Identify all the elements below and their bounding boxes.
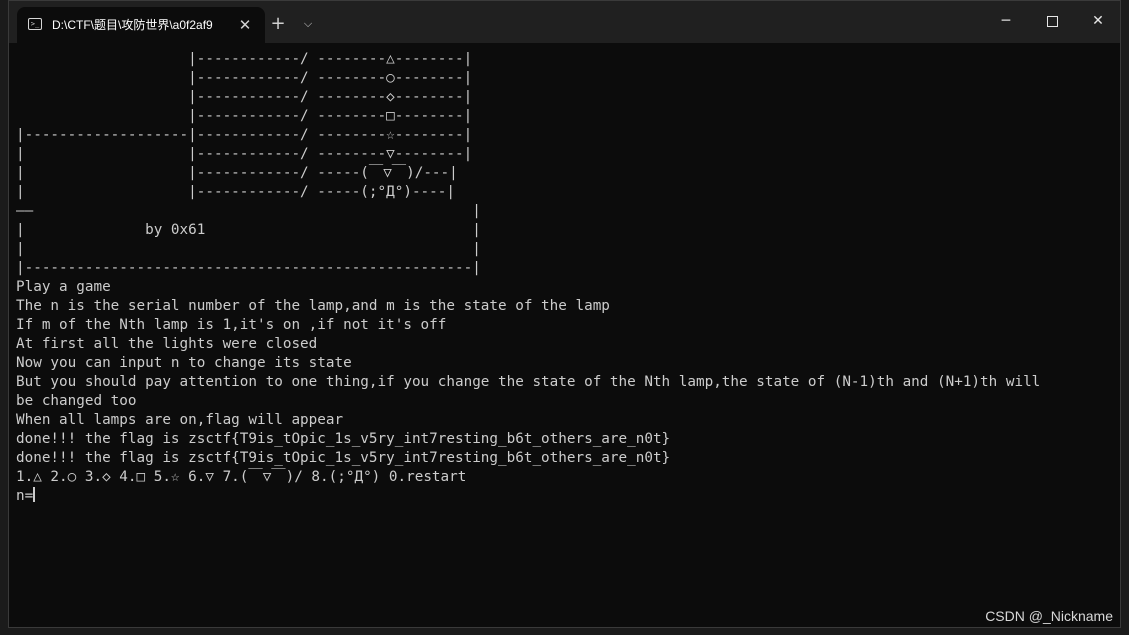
terminal-tab[interactable]: >_ D:\CTF\题目\攻防世界\a0f2af9 ✕ xyxy=(17,7,265,43)
tab-close-button[interactable]: ✕ xyxy=(235,15,255,35)
maximize-button[interactable] xyxy=(1029,1,1075,41)
terminal-output[interactable]: |------------/ --------△--------| |-----… xyxy=(16,50,1112,570)
terminal-line: | |------------/ -----(￣▽￣)/---| xyxy=(16,165,458,181)
terminal-line: done!!! the flag is zsctf{T9is_tOpic_1s_… xyxy=(16,431,671,447)
terminal-line: —— | xyxy=(16,203,481,219)
terminal-lines: |------------/ --------△--------| |-----… xyxy=(16,50,1112,487)
terminal-line: Now you can input n to change its state xyxy=(16,355,352,371)
terminal-line: |------------/ --------◇--------| xyxy=(16,89,473,105)
title-bar[interactable]: >_ D:\CTF\题目\攻防世界\a0f2af9 ✕ + ⌵ ─ ✕ xyxy=(9,1,1120,43)
terminal-line: done!!! the flag is zsctf{T9is_tOpic_1s_… xyxy=(16,450,671,466)
terminal-line: | | xyxy=(16,241,481,257)
text-cursor xyxy=(33,487,35,502)
new-tab-button[interactable]: + xyxy=(267,13,289,35)
minimize-button[interactable]: ─ xyxy=(983,1,1029,41)
terminal-line: |------------/ --------△--------| xyxy=(16,51,473,67)
terminal-line: But you should pay attention to one thin… xyxy=(16,374,1041,390)
terminal-line: |-------------------|------------/ -----… xyxy=(16,127,473,143)
terminal-line: |------------/ --------○--------| xyxy=(16,70,473,86)
watermark: CSDN @_Nickname xyxy=(985,608,1113,624)
terminal-window: >_ D:\CTF\题目\攻防世界\a0f2af9 ✕ + ⌵ ─ ✕ |---… xyxy=(8,0,1121,628)
terminal-line: 1.△ 2.○ 3.◇ 4.□ 5.☆ 6.▽ 7.(￣▽￣)/ 8.(;°Д°… xyxy=(16,469,467,485)
terminal-line: | |------------/ --------▽--------| xyxy=(16,146,473,162)
terminal-line: |------------/ --------□--------| xyxy=(16,108,473,124)
close-window-button[interactable]: ✕ xyxy=(1075,1,1120,41)
input-line[interactable]: n= xyxy=(16,487,1112,506)
terminal-line: When all lamps are on,flag will appear xyxy=(16,412,344,428)
terminal-line: | |------------/ -----(;°Д°)----| xyxy=(16,184,455,200)
terminal-line: be changed too xyxy=(16,393,137,409)
terminal-icon: >_ xyxy=(28,18,42,30)
input-prompt: n= xyxy=(16,488,34,504)
terminal-line: The n is the serial number of the lamp,a… xyxy=(16,298,610,314)
terminal-line: If m of the Nth lamp is 1,it's on ,if no… xyxy=(16,317,447,333)
terminal-line: |---------------------------------------… xyxy=(16,260,481,276)
maximize-icon xyxy=(1046,15,1058,27)
tab-title: D:\CTF\题目\攻防世界\a0f2af9 xyxy=(52,18,213,32)
terminal-line: At first all the lights were closed xyxy=(16,336,318,352)
terminal-line: Play a game xyxy=(16,279,111,295)
terminal-line: | by 0x61 | xyxy=(16,222,481,238)
tab-dropdown-button[interactable]: ⌵ xyxy=(298,13,318,35)
